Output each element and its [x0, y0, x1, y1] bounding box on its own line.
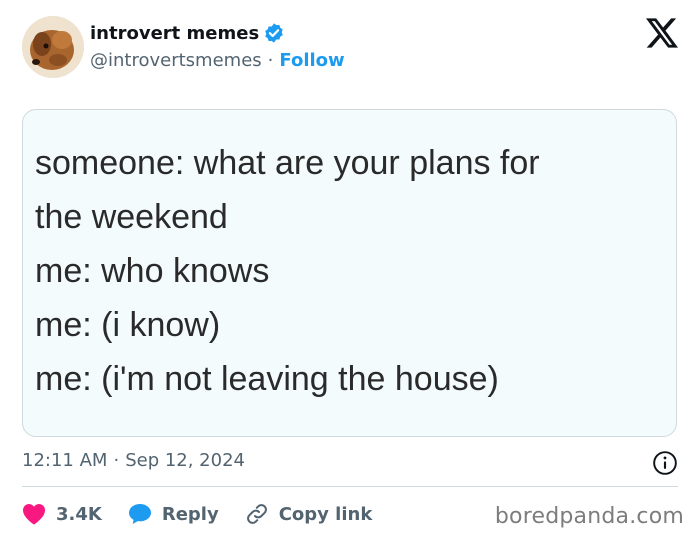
- author-display-name[interactable]: introvert memes: [90, 23, 259, 44]
- copy-link-label: Copy link: [278, 503, 373, 525]
- verified-badge-icon: [265, 23, 283, 43]
- like-button[interactable]: 3.4K: [22, 503, 102, 525]
- like-count: 3.4K: [56, 503, 102, 525]
- post-header: introvert memes @introvertsmemes · Follo…: [22, 16, 678, 78]
- avatar[interactable]: [22, 16, 84, 78]
- watermark: boredpanda.com: [494, 504, 684, 529]
- divider: [22, 486, 678, 487]
- meme-line: me: (i know): [35, 306, 221, 344]
- separator-dot: ·: [267, 50, 274, 71]
- meme-line: the weekend: [35, 198, 228, 236]
- author-handle-row: @introvertsmemes · Follow: [90, 50, 345, 71]
- post-date: Sep 12, 2024: [125, 450, 245, 471]
- author-name-row: introvert memes: [90, 22, 285, 44]
- copy-link-button[interactable]: Copy link: [245, 502, 373, 526]
- heart-icon: [23, 504, 45, 525]
- link-icon: [246, 504, 267, 524]
- meme-line: someone: what are your plans for: [35, 144, 540, 182]
- follow-button[interactable]: Follow: [279, 50, 344, 71]
- x-logo-icon[interactable]: [646, 18, 678, 48]
- meme-image-card[interactable]: someone: what are your plans for the wee…: [22, 109, 677, 437]
- author-handle[interactable]: @introvertsmemes: [90, 50, 262, 71]
- reply-button[interactable]: Reply: [128, 503, 219, 525]
- reply-bubble-icon: [128, 504, 151, 524]
- avatar-dog-image: [22, 16, 84, 78]
- post-time: 12:11 AM: [22, 450, 108, 471]
- action-bar: 3.4K Reply Copy link: [22, 498, 398, 530]
- separator-dot: ·: [113, 450, 120, 471]
- reply-label: Reply: [161, 503, 219, 525]
- meme-line: me: who knows: [35, 252, 270, 290]
- meme-line: me: (i'm not leaving the house): [35, 360, 499, 398]
- meme-text: someone: what are your plans for the wee…: [35, 136, 540, 406]
- info-icon[interactable]: [652, 450, 678, 476]
- post-timestamp[interactable]: 12:11 AM · Sep 12, 2024: [22, 450, 245, 471]
